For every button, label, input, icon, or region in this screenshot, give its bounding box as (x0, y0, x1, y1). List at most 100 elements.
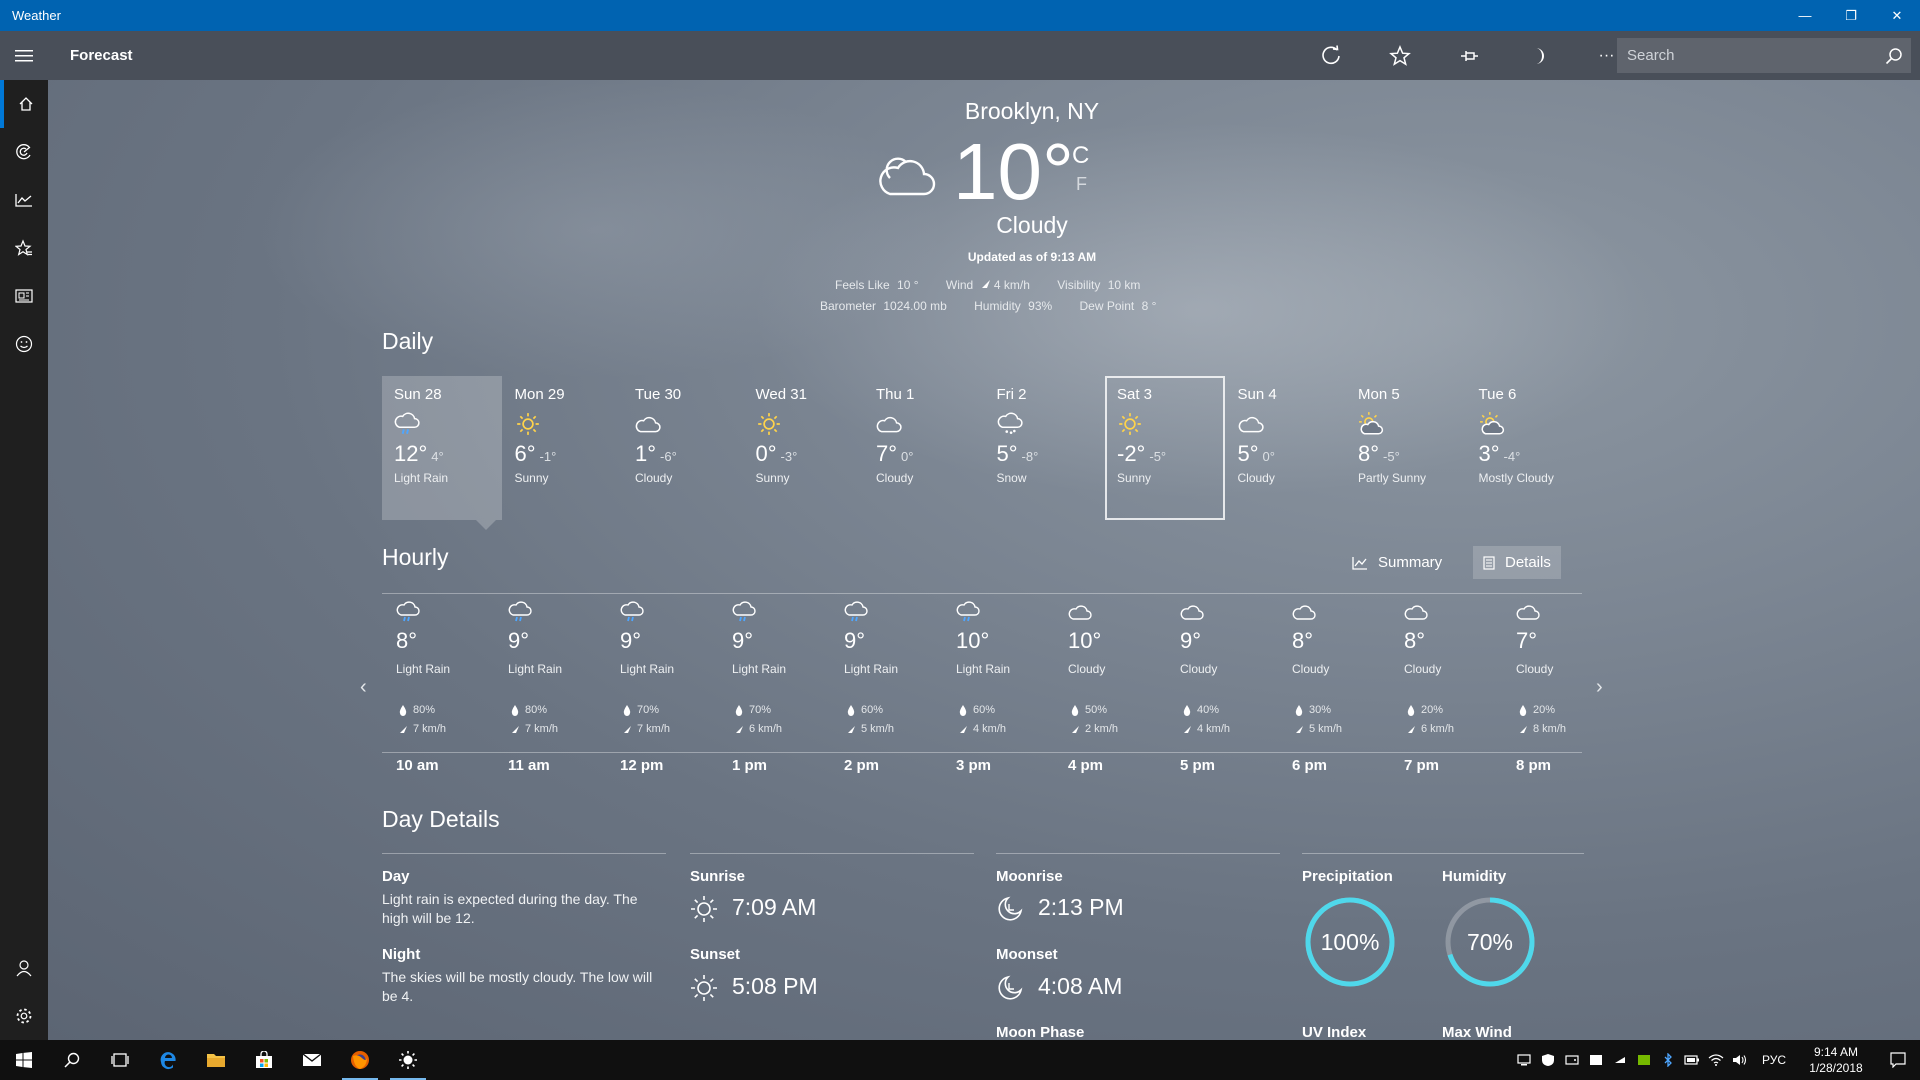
hour-temp: 8° (1292, 628, 1314, 653)
raindrop-icon (1407, 704, 1415, 716)
hourly-forecast-item[interactable]: 9° Light Rain 80% 7 km/h 11 am (508, 600, 620, 774)
celsius-toggle[interactable]: C (1072, 142, 1089, 170)
hour-precipitation: 40% (1197, 704, 1220, 716)
daily-forecast-day[interactable]: Sat 3 -2° -5° Sunny (1105, 376, 1225, 520)
daily-forecast-day[interactable]: Sun 28 12° 4° Light Rain (382, 376, 502, 520)
day-high-temp: 1° (635, 441, 657, 466)
favorites-icon (15, 239, 32, 256)
day-high-temp: 12° (394, 441, 428, 466)
nav-maps[interactable] (0, 128, 48, 176)
tray-network-drive-icon[interactable] (1560, 1040, 1584, 1080)
summary-toggle[interactable]: Summary (1342, 546, 1452, 579)
nav-forecast[interactable] (0, 80, 48, 128)
daily-forecast-day[interactable]: Tue 6 3° -4° Mostly Cloudy (1467, 376, 1587, 520)
daily-forecast-day[interactable]: Tue 30 1° -6° Cloudy (623, 376, 743, 520)
hourly-forecast-item[interactable]: 9° Light Rain 60% 5 km/h 2 pm (844, 600, 956, 774)
summary-label: Summary (1378, 554, 1443, 571)
hourly-forecast-item[interactable]: 10° Light Rain 60% 4 km/h 3 pm (956, 600, 1068, 774)
person-icon (16, 960, 32, 977)
hourly-forecast-item[interactable]: 8° Light Rain 80% 7 km/h 10 am (396, 600, 508, 774)
daily-title: Daily (382, 328, 434, 354)
daily-forecast-day[interactable]: Thu 1 7° 0° Cloudy (864, 376, 984, 520)
search-box[interactable] (1617, 38, 1911, 73)
favorite-button[interactable] (1365, 31, 1434, 80)
input-language[interactable]: РУС (1762, 1053, 1786, 1067)
tray-volume-icon[interactable] (1728, 1040, 1752, 1080)
theme-button[interactable] (1503, 31, 1572, 80)
details-toggle[interactable]: Details (1473, 546, 1561, 579)
hamburger-menu-button[interactable] (0, 31, 48, 80)
taskbar-edge[interactable] (144, 1040, 192, 1080)
start-button[interactable] (0, 1040, 48, 1080)
daily-forecast-day[interactable]: Mon 5 8° -5° Partly Sunny (1346, 376, 1466, 520)
fahrenheit-toggle[interactable]: F (1076, 174, 1087, 195)
wind-label: Wind (945, 278, 974, 292)
tray-device-icon[interactable] (1512, 1040, 1536, 1080)
taskbar-store[interactable] (240, 1040, 288, 1080)
hourly-forecast-item[interactable]: 8° Cloudy 20% 6 km/h 7 pm (1404, 600, 1516, 774)
daily-forecast-day[interactable]: Fri 2 5° -8° Snow (985, 376, 1105, 520)
hourly-forecast-item[interactable]: 10° Cloudy 50% 2 km/h 4 pm (1068, 600, 1180, 774)
nav-settings[interactable] (0, 992, 48, 1040)
precipitation-gauge: 100% (1302, 894, 1398, 995)
restore-button[interactable]: ❐ (1828, 0, 1874, 31)
hourly-prev-button[interactable]: ‹ (360, 676, 367, 699)
day-condition: Mostly Cloudy (1478, 471, 1554, 485)
current-condition: Cloudy (996, 212, 1068, 238)
taskbar-firefox[interactable] (336, 1040, 384, 1080)
search-input[interactable] (1617, 47, 1867, 64)
wind-arrow-icon (1183, 725, 1191, 733)
close-button[interactable]: ✕ (1874, 0, 1920, 31)
taskbar-mail[interactable] (288, 1040, 336, 1080)
dew-point-label: Dew Point (1079, 299, 1135, 313)
nav-account[interactable] (0, 944, 48, 992)
store-bag-icon (256, 1051, 272, 1068)
cloud-icon (1516, 605, 1540, 620)
nav-historical[interactable] (0, 176, 48, 224)
humidity-label: Humidity (974, 299, 1021, 313)
daily-forecast-day[interactable]: Wed 31 0° -3° Sunny (744, 376, 864, 520)
divider (382, 853, 666, 854)
tray-app-icon[interactable] (1584, 1040, 1608, 1080)
taskbar-weather[interactable] (384, 1040, 432, 1080)
hourly-forecast-item[interactable]: 9° Light Rain 70% 6 km/h 1 pm (732, 600, 844, 774)
radar-icon (16, 144, 31, 160)
tray-battery-icon[interactable] (1680, 1040, 1704, 1080)
hourly-forecast-item[interactable]: 7° Cloudy 20% 8 km/h 8 pm (1516, 600, 1628, 774)
tray-bluetooth-icon[interactable] (1656, 1040, 1680, 1080)
daily-forecast-day[interactable]: Mon 29 6° -1° Sunny (503, 376, 623, 520)
day-name: Mon 5 (1358, 386, 1400, 403)
tray-wifi-icon[interactable] (1704, 1040, 1728, 1080)
sun-icon (516, 413, 539, 435)
partly-sunny-icon (1359, 412, 1384, 435)
taskbar-search-button[interactable] (48, 1040, 96, 1080)
hour-precipitation: 50% (1085, 704, 1108, 716)
action-center-button[interactable] (1876, 1040, 1920, 1080)
task-view-button[interactable] (96, 1040, 144, 1080)
nav-places[interactable] (0, 224, 48, 272)
day-condition: Partly Sunny (1358, 471, 1427, 485)
hourly-forecast-item[interactable]: 8° Cloudy 30% 5 km/h 6 pm (1292, 600, 1404, 774)
tray-shield-icon[interactable] (1536, 1040, 1560, 1080)
day-low-temp: -3° (780, 449, 798, 464)
taskbar-clock[interactable]: 9:14 AM 1/28/2018 (1796, 1044, 1876, 1076)
daily-forecast-day[interactable]: Sun 4 5° 0° Cloudy (1226, 376, 1346, 520)
humidity-gauge: 70% (1442, 894, 1538, 995)
rain-icon (844, 601, 868, 622)
wind-arrow-icon (847, 725, 855, 733)
taskbar-file-explorer[interactable] (192, 1040, 240, 1080)
tray-nvidia-icon[interactable] (1632, 1040, 1656, 1080)
rain-icon (732, 601, 756, 622)
minimize-button[interactable]: — (1782, 0, 1828, 31)
nav-feedback[interactable] (0, 320, 48, 368)
firefox-icon (351, 1051, 369, 1069)
hourly-forecast-item[interactable]: 9° Light Rain 70% 7 km/h 12 pm (620, 600, 732, 774)
nav-news[interactable] (0, 272, 48, 320)
refresh-button[interactable] (1296, 31, 1365, 80)
tray-sync-icon[interactable] (1608, 1040, 1632, 1080)
wind-arrow-icon (1295, 725, 1303, 733)
search-icon[interactable] (1885, 47, 1903, 65)
hourly-forecast-item[interactable]: 9° Cloudy 40% 4 km/h 5 pm (1180, 600, 1292, 774)
pin-button[interactable] (1434, 31, 1503, 80)
hour-wind: 6 km/h (749, 723, 783, 735)
